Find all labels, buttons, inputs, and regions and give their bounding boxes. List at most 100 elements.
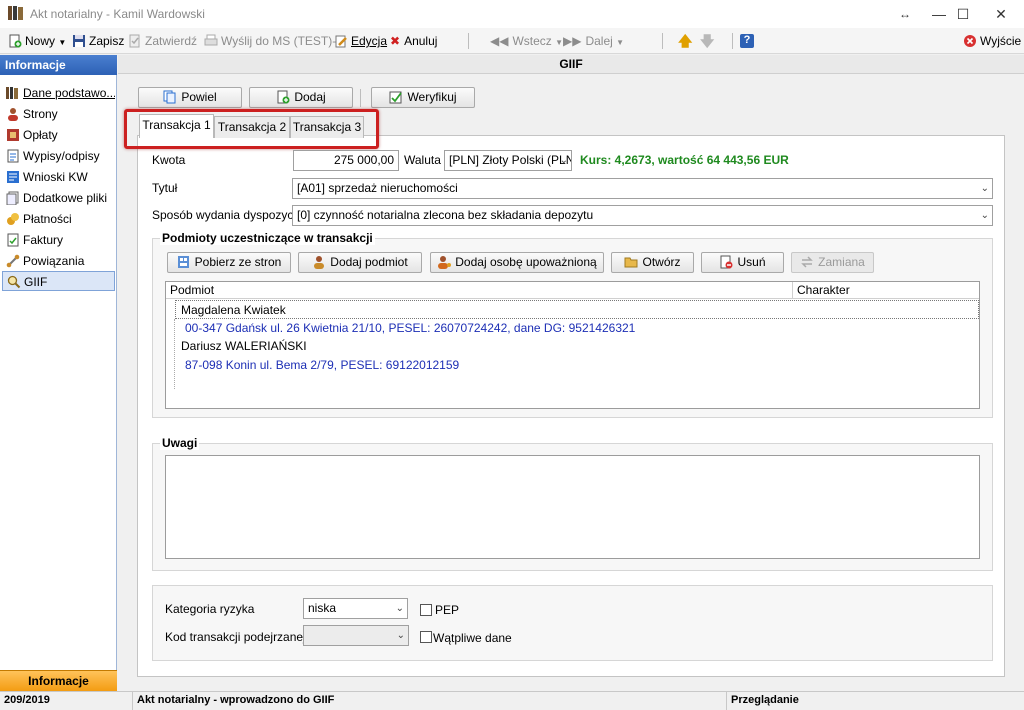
books-icon bbox=[6, 87, 18, 99]
participant-detail[interactable]: 00-347 Gdańsk ul. 26 Kwietnia 21/10, PES… bbox=[185, 321, 635, 335]
suspicious-code-select[interactable]: ⌄ bbox=[303, 625, 409, 646]
folder-icon bbox=[624, 257, 638, 268]
fetch-from-parties-button[interactable]: Pobierz ze stron bbox=[167, 252, 291, 273]
participants-list[interactable]: Podmiot Charakter Magdalena Kwiatek 00-3… bbox=[165, 281, 980, 409]
participant-detail[interactable]: 87-098 Konin ul. Bema 2/79, PESEL: 69122… bbox=[185, 358, 459, 372]
back-arrow-icon: ◀◀ bbox=[490, 34, 509, 48]
back-label: Wstecz bbox=[512, 34, 552, 48]
verify-button[interactable]: Weryfikuj bbox=[371, 87, 475, 108]
toolbar-separator bbox=[662, 33, 663, 49]
sidebar-item-label: Płatności bbox=[23, 212, 72, 226]
edit-button[interactable]: Edycja bbox=[334, 32, 387, 50]
chevron-down-icon: ▼ bbox=[58, 38, 67, 47]
sidebar-item-relations[interactable]: Powiązania bbox=[2, 251, 115, 271]
move-down-icon[interactable]: 🡇 bbox=[700, 32, 714, 50]
sidebar-item-fees[interactable]: Opłaty bbox=[2, 125, 115, 145]
add-transaction-button[interactable]: Dodaj bbox=[249, 87, 353, 108]
doubtful-data-checkbox[interactable] bbox=[420, 631, 432, 643]
person-add-icon bbox=[314, 256, 325, 269]
new-label: Nowy bbox=[25, 34, 56, 48]
exit-icon bbox=[964, 35, 976, 47]
new-button[interactable]: Nowy ▼ bbox=[8, 32, 66, 50]
status-bar: 209/2019 Akt notarialny - wprowadzono do… bbox=[0, 691, 1024, 710]
open-label: Otwórz bbox=[642, 255, 681, 269]
help-icon[interactable]: ? bbox=[740, 34, 754, 48]
kw-icon bbox=[7, 171, 19, 183]
cancel-x-icon: ✖ bbox=[390, 34, 401, 48]
add-document-icon bbox=[277, 90, 290, 104]
sidebar-item-payments[interactable]: Płatności bbox=[2, 209, 115, 229]
chevron-down-icon: ⌄ bbox=[559, 155, 568, 166]
doubtful-data-label: Wątpliwe dane bbox=[433, 631, 512, 645]
status-message: Akt notarialny - wprowadzono do GIIF bbox=[133, 692, 727, 710]
sidebar-item-extra-files[interactable]: Dodatkowe pliki bbox=[2, 188, 115, 208]
sidebar-item-giif[interactable]: GIIF bbox=[2, 271, 115, 291]
sidebar-item-label: GIIF bbox=[24, 275, 48, 289]
next-button[interactable]: ▶▶ Dalej ▼ bbox=[563, 32, 624, 50]
save-button[interactable]: Zapisz bbox=[72, 32, 124, 50]
sidebar-item-invoices[interactable]: Faktury bbox=[2, 230, 115, 250]
copy-icon bbox=[163, 90, 176, 104]
add-entity-button[interactable]: Dodaj podmiot bbox=[298, 252, 422, 273]
back-button[interactable]: ◀◀ Wstecz ▼ bbox=[490, 32, 563, 50]
tree-line bbox=[174, 319, 175, 389]
sidebar-item-label: Faktury bbox=[23, 233, 64, 247]
close-window-button[interactable]: ✕ bbox=[978, 0, 1024, 28]
invoice-icon bbox=[7, 233, 19, 247]
notes-group-title: Uwagi bbox=[160, 436, 200, 450]
sidebar-item-label: Strony bbox=[23, 107, 58, 121]
send-button[interactable]: Wyślij do MS (TEST)- bbox=[204, 32, 336, 50]
save-label: Zapisz bbox=[89, 34, 125, 48]
status-number: 209/2019 bbox=[0, 692, 133, 710]
approve-button[interactable]: Zatwierdź bbox=[128, 32, 197, 50]
title-label: Tytuł bbox=[152, 181, 178, 195]
table-row-selected[interactable] bbox=[175, 300, 979, 319]
title-value: [A01] sprzedaż nieruchomości bbox=[297, 181, 458, 195]
coins-icon bbox=[7, 213, 19, 225]
amount-input[interactable]: 275 000,00 bbox=[293, 150, 399, 171]
remove-button[interactable]: Usuń bbox=[701, 252, 784, 273]
replace-button[interactable]: Zamiana bbox=[791, 252, 874, 273]
risk-category-select[interactable]: niska ⌄ bbox=[303, 598, 408, 619]
chevron-down-icon: ⌄ bbox=[395, 603, 404, 614]
sidebar-item-basic-data[interactable]: Dane podstawo... bbox=[2, 83, 115, 103]
sidebar-item-label: Wnioski KW bbox=[23, 170, 88, 184]
column-header-entity[interactable]: Podmiot bbox=[166, 282, 793, 299]
add-entity-label: Dodaj podmiot bbox=[330, 255, 408, 269]
send-label: Wyślij do MS (TEST)- bbox=[221, 34, 337, 48]
chevron-down-icon: ▼ bbox=[555, 38, 564, 47]
add-authorized-person-button[interactable]: Dodaj osobę upoważnioną bbox=[430, 252, 604, 273]
tabs-highlight-frame bbox=[124, 109, 379, 149]
participant-name[interactable]: Magdalena Kwiatek bbox=[181, 303, 286, 317]
notes-textarea[interactable] bbox=[165, 455, 980, 559]
title-select[interactable]: [A01] sprzedaż nieruchomości ⌄ bbox=[292, 178, 993, 199]
exchange-rate-text: Kurs: 4,2673, wartość 64 443,56 EUR bbox=[580, 153, 789, 167]
sidebar-footer[interactable]: Informacje bbox=[0, 670, 117, 691]
move-up-icon[interactable]: 🡅 bbox=[678, 32, 692, 50]
next-label: Dalej bbox=[585, 34, 613, 48]
sidebar-item-kw-requests[interactable]: Wnioski KW bbox=[2, 167, 115, 187]
title-bar: Akt notarialny - Kamil Wardowski ↔ — ☐ ✕ bbox=[0, 0, 1024, 28]
edit-label: Edycja bbox=[351, 34, 388, 48]
sidebar-item-copies[interactable]: Wypisy/odpisy bbox=[2, 146, 115, 166]
currency-select[interactable]: [PLN] Złoty Polski (PLN ⌄ bbox=[444, 150, 572, 171]
search-icon bbox=[7, 275, 21, 289]
toolbar: Nowy ▼ Zapisz Zatwierdź Wyślij do MS (TE… bbox=[0, 28, 1024, 54]
toolbar-separator bbox=[732, 33, 733, 49]
remove-label: Usuń bbox=[737, 255, 766, 269]
fetch-icon bbox=[177, 256, 189, 268]
cancel-button[interactable]: ✖ Anuluj bbox=[390, 32, 437, 50]
participants-group-title: Podmioty uczestniczące w transakcji bbox=[160, 231, 375, 245]
disposition-select[interactable]: [0] czynność notarialna zlecona bez skła… bbox=[292, 205, 993, 226]
sidebar-item-parties[interactable]: Strony bbox=[2, 104, 115, 124]
column-header-character[interactable]: Charakter bbox=[793, 282, 979, 299]
open-button[interactable]: Otwórz bbox=[611, 252, 694, 273]
duplicate-button[interactable]: Powiel bbox=[138, 87, 242, 108]
pep-checkbox[interactable] bbox=[420, 604, 432, 616]
sidebar-header: Informacje bbox=[0, 55, 117, 75]
participant-name[interactable]: Dariusz WALERIAŃSKI bbox=[181, 339, 307, 353]
page-title: GIIF bbox=[118, 55, 1024, 74]
add-label: Dodaj bbox=[294, 90, 326, 104]
exit-button[interactable]: Wyjście bbox=[963, 32, 1021, 50]
status-mode: Przeglądanie bbox=[731, 694, 799, 706]
